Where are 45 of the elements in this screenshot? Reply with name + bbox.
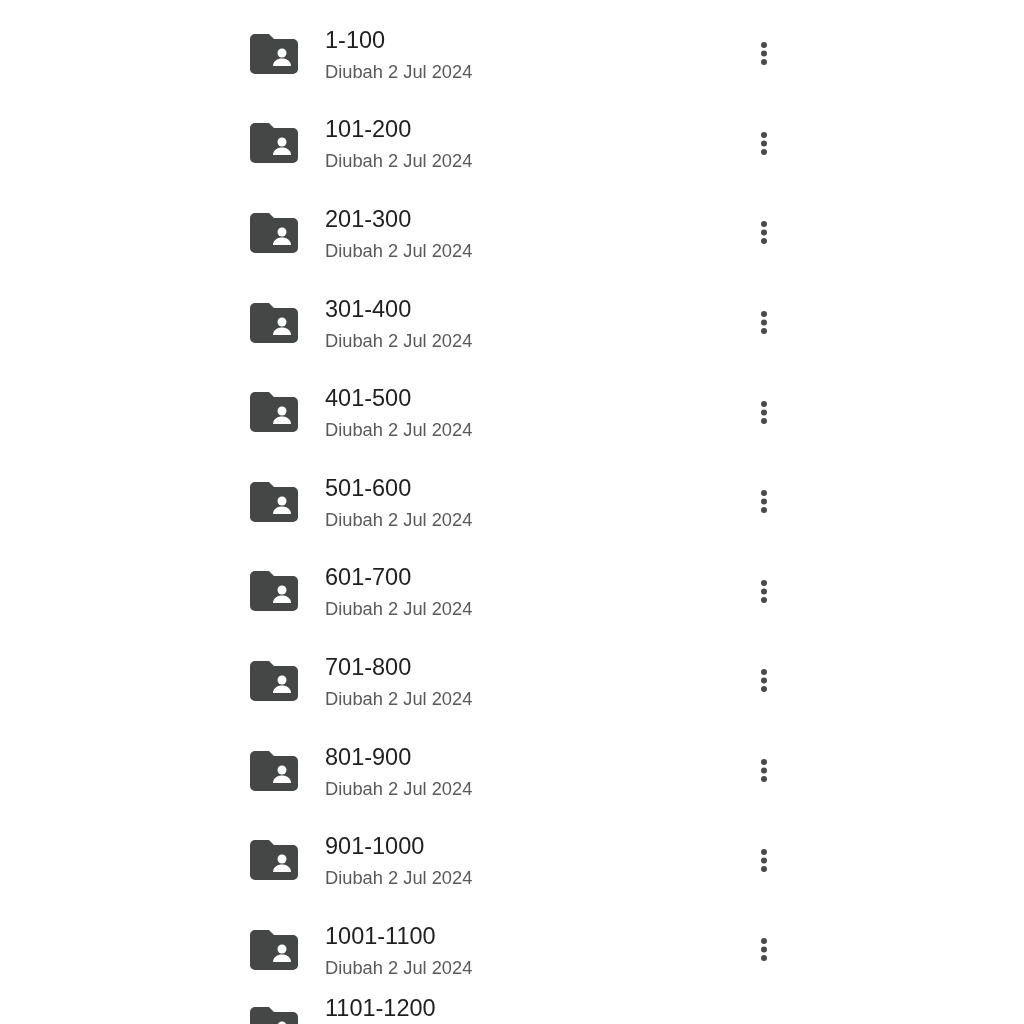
vertical-dots-icon [761,938,767,962]
modified-date: Diubah 2 Jul 2024 [325,598,473,621]
modified-date: Diubah 2 Jul 2024 [325,508,473,531]
folder-name: 801-900 [325,742,412,772]
vertical-dots-icon [761,131,767,155]
shared-folder-icon [250,571,298,612]
shared-folder-icon [250,392,298,433]
folder-name: 1-100 [325,25,386,55]
modified-date: Diubah 2 Jul 2024 [325,60,473,83]
vertical-dots-icon [761,42,767,66]
folder-name: 601-700 [325,563,412,593]
vertical-dots-icon [761,311,767,335]
shared-folder-icon [250,123,298,164]
folder-name: 901-1000 [325,832,425,862]
modified-date: Diubah 2 Jul 2024 [325,956,473,979]
folder-name: 701-800 [325,652,412,682]
modified-date: Diubah 2 Jul 2024 [325,687,473,710]
vertical-dots-icon [761,848,767,872]
vertical-dots-icon [761,759,767,783]
shared-folder-icon [250,840,298,881]
folder-name: 101-200 [325,115,412,145]
shared-folder-icon [250,302,298,343]
folder-name: 201-300 [325,205,412,234]
shared-folder-icon [250,213,298,253]
modified-date: Diubah 2 Jul 2024 [325,150,473,173]
modified-date: Diubah 2 Jul 2024 [325,419,473,442]
shared-folder-icon [250,33,298,74]
shared-folder-icon [250,660,298,701]
folder-name: 501-600 [325,473,412,503]
modified-date: Diubah 2 Jul 2024 [325,329,473,352]
vertical-dots-icon [761,579,767,603]
shared-folder-icon [250,929,298,970]
folder-name: 401-500 [325,384,412,414]
shared-folder-icon [250,750,298,791]
modified-date: Diubah 2 Jul 2024 [325,867,473,890]
vertical-dots-icon [761,400,767,424]
folder-name: 301-400 [325,294,412,324]
modified-date: Diubah 2 Jul 2024 [325,240,473,262]
folder-name: 1001-1100 [325,921,436,951]
shared-folder-icon [250,481,298,522]
vertical-dots-icon [761,669,767,693]
folder-name: 1101-1200 [325,993,436,1023]
vertical-dots-icon [761,490,767,514]
modified-date: Diubah 2 Jul 2024 [325,777,473,800]
vertical-dots-icon [761,221,767,245]
